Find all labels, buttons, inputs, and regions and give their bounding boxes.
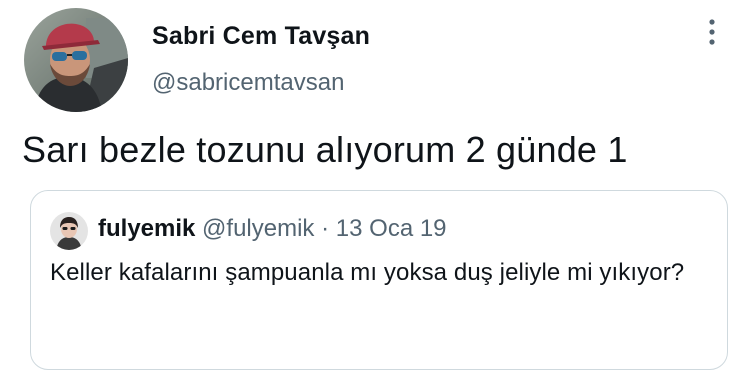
quoted-author-name[interactable]: fulyemik — [98, 215, 195, 242]
author-avatar-image — [24, 8, 128, 112]
quoted-author-avatar[interactable] — [50, 212, 88, 250]
author-handle[interactable]: @sabricemtavsan — [152, 69, 344, 97]
quoted-tweet-header: fulyemik @fulyemik · 13 Oca 19 — [98, 214, 447, 244]
quoted-author-avatar-image — [50, 212, 88, 250]
quoted-author-handle[interactable]: @fulyemik — [202, 215, 314, 242]
quoted-separator: · — [321, 215, 330, 242]
author-display-name[interactable]: Sabri Cem Tavşan — [152, 22, 370, 51]
quoted-tweet-text: Keller kafalarını şampuanla mı yoksa duş… — [50, 259, 685, 286]
author-avatar[interactable] — [24, 8, 128, 112]
more-vertical-icon[interactable] — [700, 14, 724, 50]
quoted-date[interactable]: 13 Oca 19 — [336, 215, 447, 242]
tweet-text: Sarı bezle tozunu alıyorum 2 günde 1 — [22, 129, 628, 170]
